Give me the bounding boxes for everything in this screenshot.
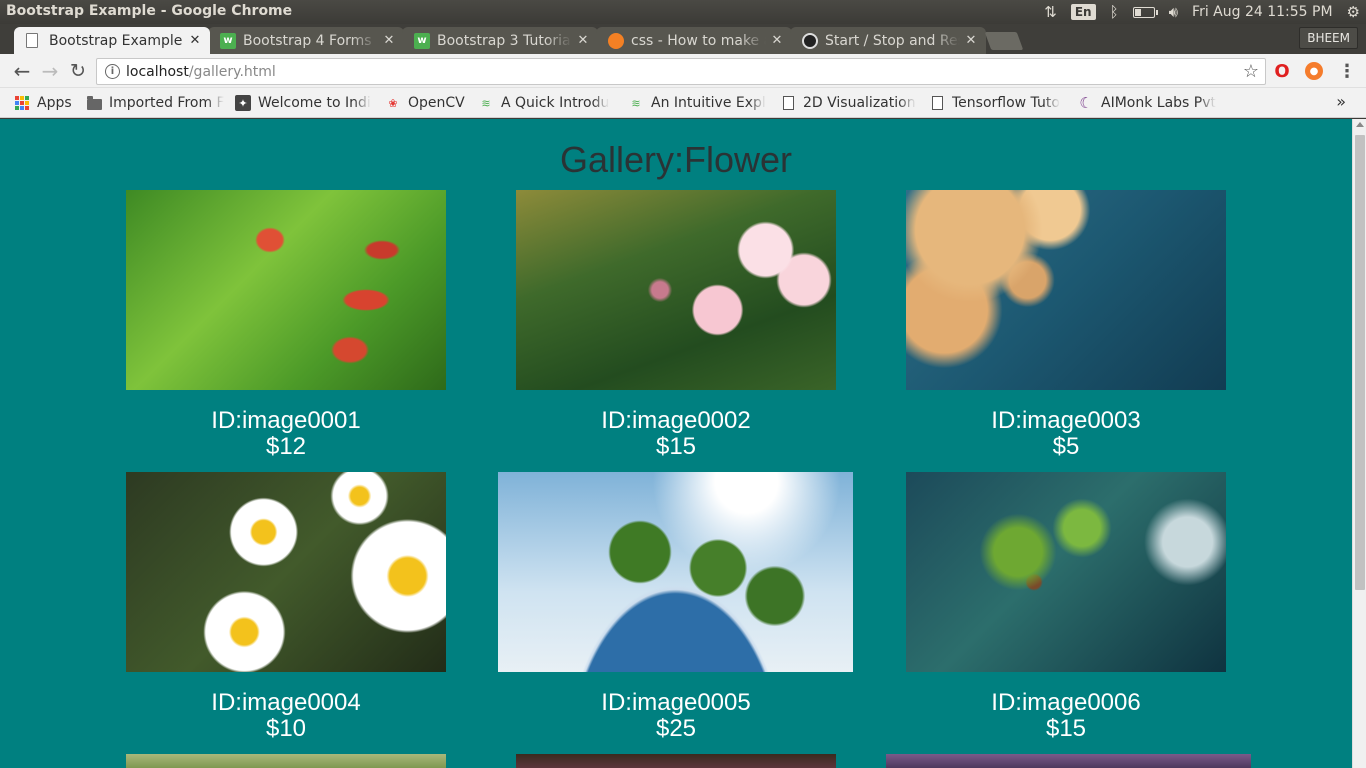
tab-start-stop[interactable]: Start / Stop and Res ✕ [790, 27, 986, 54]
image-id: ID:image0004 [211, 689, 361, 716]
image-id: ID:image0006 [991, 689, 1141, 716]
clock[interactable]: Fri Aug 24 11:55 PM [1192, 4, 1333, 20]
bookmark-label: Welcome to Indi [258, 95, 371, 111]
tab-strip: Bootstrap Example ✕ w Bootstrap 4 Forms … [0, 24, 1366, 54]
close-icon[interactable]: ✕ [964, 33, 978, 48]
bookmark-label: Imported From F [109, 95, 224, 111]
url-host: localhost [126, 63, 189, 80]
profile-button[interactable]: BHEEM [1299, 27, 1358, 49]
bluetooth-icon[interactable]: ᛒ [1110, 3, 1119, 21]
reload-icon[interactable]: ↻ [66, 59, 90, 83]
gallery-image-pink-peonies[interactable] [516, 190, 836, 390]
gallery-image-earth-with-trees[interactable] [498, 472, 853, 672]
vertical-scrollbar[interactable] [1352, 119, 1366, 768]
bookmark-2d-visualization[interactable]: 2D Visualization [780, 94, 918, 112]
aimonk-icon: ☾ [1079, 94, 1093, 112]
document-icon [780, 95, 796, 111]
bookmark-label: A Quick Introdu [501, 95, 610, 111]
tab-bootstrap-4-forms[interactable]: w Bootstrap 4 Forms ✕ [208, 27, 404, 54]
image-id: ID:image0001 [211, 407, 361, 434]
tomato-extension-icon[interactable]: ● [1305, 62, 1323, 80]
forward-arrow-icon[interactable]: → [38, 59, 62, 83]
bookmarks-bar: Apps Imported From F ✦ Welcome to Indi ❀… [0, 88, 1366, 118]
site-icon: ✦ [235, 95, 251, 111]
scroll-up-arrow-icon[interactable] [1356, 122, 1364, 127]
bookmark-intuitive[interactable]: ≋ An Intuitive Expl [628, 94, 766, 112]
bookmark-label: An Intuitive Expl [651, 95, 766, 111]
bookmark-imported[interactable]: Imported From F [86, 94, 224, 112]
gallery-image-acorn-leaves[interactable] [906, 472, 1226, 672]
bookmark-label: Tensorflow Tuto [952, 95, 1060, 111]
gallery-image-autumn-branches[interactable] [906, 190, 1226, 390]
tab-bootstrap-example[interactable]: Bootstrap Example ✕ [14, 27, 210, 54]
scrollbar-thumb[interactable] [1355, 135, 1365, 590]
bookmark-star-icon[interactable]: ☆ [1243, 61, 1259, 82]
tab-label: Bootstrap Example [49, 32, 183, 49]
close-icon[interactable]: ✕ [188, 33, 202, 48]
tab-bootstrap-3-tutorial[interactable]: w Bootstrap 3 Tutorial ✕ [402, 27, 598, 54]
bookmark-label: OpenCV [408, 95, 465, 111]
gallery-title: Gallery:Flower [559, 139, 793, 180]
volume-icon[interactable]: 🔊︎ [1169, 3, 1178, 21]
gallery-image-daisies[interactable] [126, 472, 446, 672]
w3schools-icon: w [414, 32, 430, 49]
page-viewport: Gallery:Flower ID:image0001 $12 ID:image… [0, 119, 1352, 768]
image-price: $15 [1045, 715, 1087, 742]
browser-toolbar: ← → ↻ i localhost/gallery.html ☆ O ● ⋮ [0, 54, 1366, 88]
image-id: ID:image0005 [601, 689, 751, 716]
bookmark-label: AIMonk Labs Pvt [1101, 95, 1217, 111]
menu-kebab-icon[interactable]: ⋮ [1338, 61, 1356, 82]
gallery-image-partial[interactable] [516, 754, 836, 768]
gallery-image-red-flowers[interactable] [126, 190, 446, 390]
bookmark-aimonk[interactable]: ☾ AIMonk Labs Pvt [1078, 94, 1218, 112]
system-settings-icon[interactable]: ⚙ [1347, 3, 1360, 21]
image-id: ID:image0003 [991, 407, 1141, 434]
image-price: $12 [265, 433, 307, 460]
tab-label: css - How to make a [631, 32, 766, 49]
image-price: $25 [655, 715, 697, 742]
tab-label: Start / Stop and Res [825, 32, 960, 49]
url-path: /gallery.html [188, 63, 276, 80]
close-icon[interactable]: ✕ [770, 33, 784, 48]
opera-extension-icon[interactable]: O [1273, 61, 1291, 82]
image-price: $5 [1052, 433, 1080, 460]
tab-label: Bootstrap 4 Forms [243, 32, 372, 49]
more-bookmarks-icon[interactable]: » [1336, 92, 1346, 111]
keyboard-language-indicator[interactable]: En [1070, 4, 1096, 20]
bookmark-label: 2D Visualization [803, 95, 916, 111]
bookmark-label: Apps [37, 95, 72, 111]
back-arrow-icon[interactable]: ← [10, 59, 34, 83]
github-icon [802, 32, 818, 49]
colorful-icon: ≋ [481, 96, 491, 110]
tab-label: Bootstrap 3 Tutorial [437, 32, 572, 49]
tab-css-stackoverflow[interactable]: css - How to make a ✕ [596, 27, 792, 54]
bookmark-apps[interactable]: Apps [14, 94, 72, 112]
address-bar[interactable]: i localhost/gallery.html ☆ [96, 58, 1266, 85]
battery-icon[interactable] [1132, 6, 1158, 18]
network-icon[interactable]: ⇅ [1044, 3, 1057, 21]
image-id: ID:image0002 [601, 407, 751, 434]
info-icon[interactable]: i [105, 64, 120, 79]
bookmark-welcome-india[interactable]: ✦ Welcome to Indi [235, 94, 373, 112]
stackoverflow-icon [608, 32, 624, 49]
colorful-icon: ≋ [631, 96, 641, 110]
opencv-icon: ❀ [388, 96, 398, 110]
gallery-image-partial[interactable] [126, 754, 446, 768]
new-tab-button[interactable] [984, 32, 1024, 50]
w3schools-icon: w [220, 32, 236, 49]
document-icon [929, 95, 945, 111]
bookmark-quick-intro[interactable]: ≋ A Quick Introdu [478, 94, 616, 112]
close-icon[interactable]: ✕ [382, 33, 396, 48]
page-icon [26, 33, 38, 48]
folder-icon [86, 95, 102, 111]
bookmark-tensorflow[interactable]: Tensorflow Tuto [929, 94, 1067, 112]
window-title: Bootstrap Example - Google Chrome [6, 3, 293, 19]
gallery-image-partial[interactable] [886, 754, 1251, 768]
os-top-bar: Bootstrap Example - Google Chrome ⇅ En ᛒ… [0, 0, 1366, 24]
image-price: $10 [265, 715, 307, 742]
close-icon[interactable]: ✕ [576, 33, 590, 48]
bookmark-opencv[interactable]: ❀ OpenCV [385, 94, 465, 112]
apps-grid-icon [14, 95, 30, 111]
image-price: $15 [655, 433, 697, 460]
